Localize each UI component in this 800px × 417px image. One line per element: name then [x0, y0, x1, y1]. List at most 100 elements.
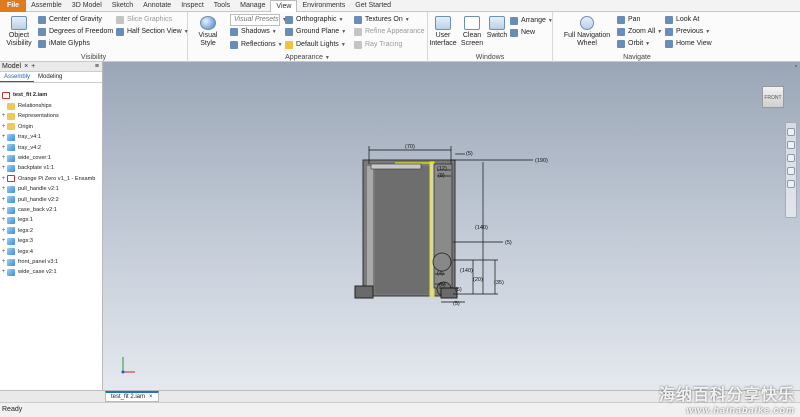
expand-icon[interactable]: +: [0, 195, 7, 205]
tree-item[interactable]: + backplate v1:1: [0, 163, 103, 173]
user-interface-button[interactable]: User Interface: [429, 16, 457, 48]
expand-icon[interactable]: +: [0, 226, 7, 236]
textures-on-button[interactable]: Textures On ▼: [354, 15, 410, 25]
zoom-all-button[interactable]: Zoom All ▼: [617, 27, 662, 37]
expand-icon[interactable]: +: [0, 143, 7, 153]
tab-inspect[interactable]: Inspect: [176, 0, 209, 12]
windows-panel: User Interface Clean Screen Switch Arran…: [428, 12, 553, 62]
tree-item-label: legs:1: [18, 217, 33, 224]
tab-assembly[interactable]: Assembly: [0, 72, 35, 82]
expand-icon[interactable]: +: [0, 184, 7, 194]
tree-item[interactable]: + legs:4: [0, 247, 103, 257]
look-at-button[interactable]: Look At: [665, 15, 699, 25]
menu-icon[interactable]: ≡: [95, 62, 99, 72]
tab-tools[interactable]: Tools: [209, 0, 235, 12]
expand-icon[interactable]: +: [0, 132, 7, 142]
clean-screen-button[interactable]: Clean Screen: [458, 16, 486, 48]
expand-icon[interactable]: +: [0, 111, 7, 121]
tree-item-label: wide_cover:1: [18, 155, 51, 161]
tree-item[interactable]: + legs:1: [0, 215, 103, 225]
home-view-button[interactable]: Home View: [665, 39, 712, 49]
tree-item[interactable]: + front_panel v3:1: [0, 257, 103, 267]
tree-item[interactable]: + legs:3: [0, 236, 103, 246]
dim-70: (70): [405, 144, 415, 150]
dim-8: (8): [438, 173, 445, 179]
switch-icon: [489, 16, 505, 30]
refine-appearance-button[interactable]: Refine Appearance: [354, 27, 425, 37]
tree-item[interactable]: + Orange Pi Zero v1_1 - Ensamb: [0, 174, 103, 184]
pan-button[interactable]: Pan: [617, 15, 640, 25]
visual-presets-dropdown[interactable]: Visual Presets▼: [230, 14, 287, 26]
expand-icon[interactable]: +: [0, 205, 7, 215]
close-icon[interactable]: ×: [149, 392, 153, 403]
dim-5-right: (5): [455, 287, 462, 293]
center-of-gravity-button[interactable]: Center of Gravity: [38, 15, 102, 25]
tab-environments[interactable]: Environments: [297, 0, 350, 12]
degrees-of-freedom-button[interactable]: Degrees of Freedom: [38, 27, 113, 37]
tree-item[interactable]: + tray_v4:2: [0, 143, 103, 153]
orthographic-button[interactable]: Orthographic ▼: [285, 15, 343, 25]
switch-button[interactable]: Switch: [486, 16, 508, 40]
expand-icon[interactable]: +: [0, 163, 7, 173]
dim-140-lower: (140): [460, 268, 473, 274]
ray-tracing-button[interactable]: Ray Tracing: [354, 40, 402, 50]
tab-3d-model[interactable]: 3D Model: [67, 0, 107, 12]
tree-item[interactable]: + wide_cover:1: [0, 153, 103, 163]
dim-5-low: (5): [439, 282, 446, 288]
tab-assemble[interactable]: Assemble: [26, 0, 67, 12]
tab-get-started[interactable]: Get Started: [350, 0, 396, 12]
tab-modeling[interactable]: Modeling: [34, 72, 66, 82]
graphics-viewport[interactable]: ▫ FRONT (70) (5) (190) (12) (8) (140) (5…: [103, 62, 800, 390]
expand-icon[interactable]: +: [0, 122, 7, 132]
orbit-button[interactable]: Orbit ▼: [617, 39, 650, 49]
visual-style-button[interactable]: Visual Style: [190, 16, 226, 48]
imate-glyphs-button[interactable]: iMate Glyphs: [38, 39, 90, 49]
tree-item[interactable]: + case_back v2:1: [0, 205, 103, 215]
full-navigation-wheel-button[interactable]: Full Navigation Wheel: [561, 16, 613, 48]
expand-icon[interactable]: +: [0, 215, 7, 225]
visibility-panel-title: Visibility: [80, 54, 107, 61]
expand-icon[interactable]: +: [0, 257, 7, 267]
dim-190: (190): [535, 158, 548, 164]
tree-item[interactable]: + tray_v4:1: [0, 132, 103, 142]
tree-item[interactable]: + wide_case v2:1: [0, 267, 103, 277]
tree-item[interactable]: + pull_handle v2:2: [0, 195, 103, 205]
assembly-icon: [2, 91, 10, 99]
expand-icon[interactable]: +: [0, 267, 7, 277]
tab-manage[interactable]: Manage: [235, 0, 270, 12]
sphere-icon: [200, 16, 216, 30]
tab-view[interactable]: View: [270, 0, 298, 12]
object-visibility-button[interactable]: Object Visibility: [4, 16, 34, 48]
tree-item[interactable]: + pull_handle v2:1: [0, 184, 103, 194]
new-window-button[interactable]: New: [510, 28, 535, 38]
tree-root[interactable]: test_fit 2.iam: [0, 90, 103, 100]
file-menu[interactable]: File: [0, 0, 27, 12]
tree-item[interactable]: Relationships: [0, 101, 103, 111]
tab-annotate[interactable]: Annotate: [138, 0, 176, 12]
slice-graphics-button[interactable]: Slice Graphics: [116, 15, 172, 25]
tree-item[interactable]: + Representations: [0, 111, 103, 121]
expand-icon[interactable]: +: [0, 236, 7, 246]
ground-plane-button[interactable]: Ground Plane ▼: [285, 27, 346, 37]
default-lights-button[interactable]: Default Lights ▼: [285, 40, 346, 50]
dim-35: (35): [494, 280, 504, 286]
reflections-button[interactable]: Reflections ▼: [230, 40, 283, 50]
tree-item[interactable]: + legs:2: [0, 226, 103, 236]
tree-item[interactable]: + Origin: [0, 122, 103, 132]
shadows-button[interactable]: Shadows ▼: [230, 27, 277, 37]
arrange-button[interactable]: Arrange ▼: [510, 16, 553, 26]
expand-icon[interactable]: +: [0, 174, 7, 184]
tab-sketch[interactable]: Sketch: [107, 0, 138, 12]
expand-icon[interactable]: +: [0, 247, 7, 257]
part-icon: [7, 144, 15, 152]
half-section-view-button[interactable]: Half Section View ▼: [116, 27, 189, 37]
expand-icon[interactable]: +: [0, 153, 7, 163]
add-icon[interactable]: +: [31, 62, 35, 72]
status-text: Ready: [2, 406, 23, 413]
previous-view-button[interactable]: Previous ▼: [665, 27, 710, 37]
degrees-of-freedom-icon: [38, 28, 46, 36]
windows-panel-title: Windows: [475, 54, 505, 61]
document-tab[interactable]: test_fit 2.iam ×: [105, 391, 159, 402]
appearance-panel: Visual Style Visual Presets▼ Shadows▼ Re…: [188, 12, 428, 62]
close-icon[interactable]: ×: [24, 62, 28, 72]
